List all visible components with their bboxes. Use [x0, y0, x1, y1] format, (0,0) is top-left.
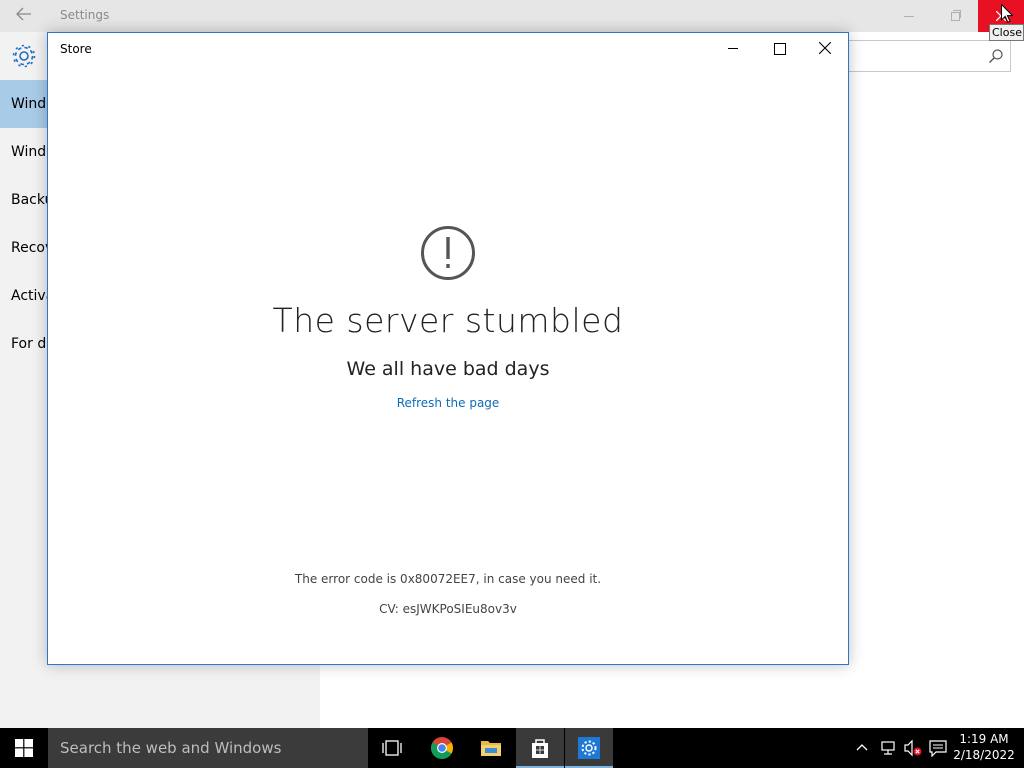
windows-logo-icon: [15, 739, 33, 757]
chrome-taskbar-button[interactable]: [418, 728, 466, 768]
network-icon[interactable]: [879, 739, 897, 761]
close-tooltip: Close: [989, 24, 1024, 41]
clock-date: 2/18/2022: [953, 748, 1015, 762]
settings-restore-button[interactable]: [932, 0, 978, 32]
store-close-button[interactable]: [802, 33, 848, 63]
store-taskbar-button[interactable]: [516, 728, 564, 768]
task-view-icon: [382, 740, 402, 756]
task-view-button[interactable]: [368, 728, 416, 768]
settings-taskbar-button[interactable]: [565, 728, 613, 768]
error-heading: The server stumbled: [272, 301, 624, 340]
settings-search-input[interactable]: [846, 40, 1011, 72]
settings-titlebar: Settings: [0, 0, 1024, 32]
action-center-icon[interactable]: [929, 739, 947, 761]
close-icon: [819, 42, 831, 54]
store-window-title: Store: [60, 42, 92, 56]
correlation-vector-text: CV: esJWKPoSIEu8ov3v: [379, 602, 517, 616]
file-explorer-taskbar-button[interactable]: [467, 728, 515, 768]
back-arrow-icon[interactable]: [12, 6, 36, 26]
settings-minimize-button[interactable]: [886, 0, 932, 32]
error-subheading: We all have bad days: [346, 358, 550, 380]
taskbar-clock[interactable]: 1:19 AM 2/18/2022: [950, 731, 1018, 763]
settings-window-title: Settings: [60, 8, 110, 22]
volume-muted-icon[interactable]: [903, 739, 923, 761]
refresh-page-link[interactable]: Refresh the page: [388, 396, 508, 410]
taskbar-search-box[interactable]: Search the web and Windows: [48, 728, 368, 768]
clock-time: 1:19 AM: [959, 732, 1009, 746]
search-icon: [989, 49, 1003, 63]
error-code-text: The error code is 0x80072EE7, in case yo…: [294, 572, 602, 586]
chrome-icon: [431, 737, 453, 759]
file-explorer-icon: [481, 741, 501, 756]
show-hidden-icons-chevron-icon[interactable]: [856, 740, 868, 754]
start-button[interactable]: [0, 728, 48, 768]
store-icon: [532, 739, 548, 758]
gear-icon: [10, 42, 38, 70]
store-window: Store The server stumbled We all have ba…: [47, 32, 849, 665]
mouse-cursor-icon: [1001, 4, 1013, 23]
taskbar: Search the web and Windows 1:19 AM 2/18/…: [0, 728, 1024, 768]
store-minimize-button[interactable]: [710, 33, 756, 63]
exclamation-circle-icon: [420, 225, 476, 281]
store-maximize-button[interactable]: [756, 33, 802, 63]
settings-icon: [578, 737, 600, 759]
